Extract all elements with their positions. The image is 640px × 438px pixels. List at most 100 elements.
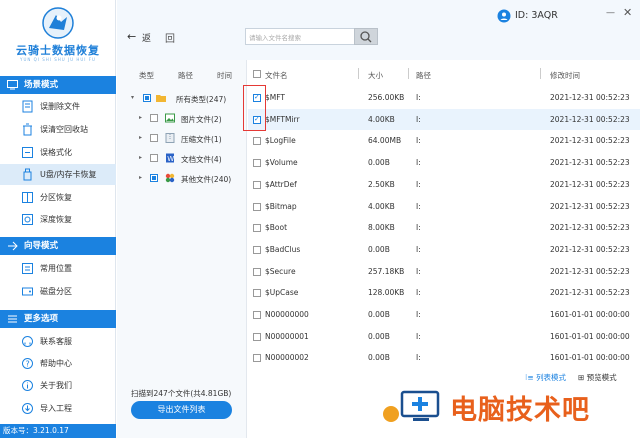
format-icon — [22, 147, 33, 158]
expand-icon[interactable]: ▸ — [139, 134, 142, 141]
column-header-path[interactable]: 路径 — [416, 70, 431, 81]
column-header-name[interactable]: 文件名 — [265, 70, 288, 81]
sidebar-item-about-us[interactable]: 关于我们 — [0, 375, 116, 396]
select-all-checkbox[interactable] — [253, 70, 261, 78]
row-checkbox[interactable] — [253, 159, 261, 168]
section-wizard-mode[interactable]: 向导模式 — [0, 237, 116, 255]
row-checkbox[interactable] — [253, 202, 261, 211]
file-name-cell: $AttrDef — [265, 179, 297, 189]
tree-item-all-types[interactable]: ▾ 所有类型(247) — [117, 89, 247, 109]
sidebar-item-disk-partition[interactable]: 磁盘分区 — [0, 281, 116, 302]
expand-icon[interactable]: ▾ — [131, 94, 134, 101]
file-modified-cell: 2021-12-31 00:52:23 — [550, 179, 630, 189]
sidebar-item-contact-support[interactable]: 联系客服 — [0, 331, 116, 352]
sidebar-item-partition-recovery[interactable]: 分区恢复 — [0, 187, 116, 208]
row-checkbox[interactable] — [253, 267, 261, 276]
search-input[interactable]: 请输入文件名搜索 — [245, 28, 355, 45]
row-checkbox[interactable] — [253, 245, 261, 254]
svg-text:?: ? — [26, 360, 30, 369]
tab-path[interactable]: 路径 — [178, 70, 193, 81]
file-path-cell: I: — [416, 223, 421, 233]
minimize-button[interactable]: — — [606, 8, 615, 18]
recover-button[interactable] — [383, 406, 399, 422]
sidebar-item-help-center[interactable]: ? 帮助中心 — [0, 353, 116, 374]
tree-item-archives[interactable]: ▸ 压缩文件(1) — [117, 129, 247, 149]
sidebar-item-format[interactable]: 误格式化 — [0, 142, 116, 163]
row-checkbox[interactable] — [253, 137, 261, 146]
wizard-icon — [8, 241, 18, 251]
row-checkbox[interactable] — [253, 354, 261, 363]
table-row[interactable]: $LogFile 64.00MB I: 2021-12-31 00:52:23 — [248, 130, 640, 152]
row-checkbox[interactable] — [253, 289, 261, 298]
row-checkbox[interactable] — [253, 311, 261, 319]
export-file-list-button[interactable]: 导出文件列表 — [131, 401, 232, 419]
sidebar-item-label: 分区恢复 — [40, 193, 72, 202]
column-divider[interactable] — [358, 68, 359, 79]
tree-checkbox[interactable] — [150, 174, 158, 182]
table-row[interactable]: $AttrDef 2.50KB I: 2021-12-31 00:52:23 — [248, 174, 640, 196]
tab-type[interactable]: 类型 — [139, 70, 154, 81]
expand-icon[interactable]: ▸ — [139, 114, 142, 121]
refresh-button[interactable]: 回 — [165, 30, 175, 45]
sidebar-item-usb-recovery[interactable]: U盘/内存卡恢复 — [0, 164, 116, 185]
table-row[interactable]: $Secure 257.18KB I: 2021-12-31 00:52:23 — [248, 261, 640, 283]
top-bar: ← 返 回 请输入文件名搜索 ID: 3AQR — ✕ — [117, 0, 640, 60]
location-icon — [22, 263, 33, 274]
table-row[interactable]: $Boot 8.00KB I: 2021-12-31 00:52:23 — [248, 217, 640, 239]
file-modified-cell: 2021-12-31 00:52:23 — [550, 114, 630, 124]
tree-item-documents[interactable]: ▸ W 文档文件(4) — [117, 149, 247, 169]
file-modified-cell: 2021-12-31 00:52:23 — [550, 93, 630, 102]
table-row[interactable]: $MFT 256.00KB I: 2021-12-31 00:52:23 — [248, 87, 640, 109]
column-divider[interactable] — [540, 68, 541, 79]
sidebar: 云骑士数据恢复 YUN QI SHI SHU JU HUI FU 场景模式 误删… — [0, 0, 116, 438]
section-more-options[interactable]: 更多选项 — [0, 310, 116, 328]
column-header-size[interactable]: 大小 — [368, 70, 383, 81]
expand-icon[interactable]: ▸ — [139, 174, 142, 181]
tree-item-images[interactable]: ▸ 图片文件(2) — [117, 109, 247, 129]
table-row[interactable]: $UpCase 128.00KB I: 2021-12-31 00:52:23 — [248, 282, 640, 304]
table-row[interactable]: $MFTMirr 4.00KB I: 2021-12-31 00:52:23 — [248, 108, 640, 131]
tree-item-label: 图片文件(2) — [181, 115, 222, 124]
row-checkbox[interactable] — [253, 224, 261, 233]
file-path-cell: I: — [416, 114, 421, 124]
table-row[interactable]: $Bitmap 4.00KB I: 2021-12-31 00:52:23 — [248, 196, 640, 218]
user-id-icon — [497, 9, 511, 23]
tree-item-other-files[interactable]: ▸ 其他文件(240) — [117, 169, 247, 189]
tree-checkbox[interactable] — [150, 154, 158, 162]
column-header-modified[interactable]: 修改时间 — [550, 70, 580, 81]
sidebar-item-import-project[interactable]: 导入工程 — [0, 398, 116, 419]
table-row[interactable]: N00000001 0.00B I: 1601-01-01 00:00:00 — [248, 326, 640, 348]
file-modified-cell: 2021-12-31 00:52:23 — [550, 244, 630, 254]
sidebar-item-common-locations[interactable]: 常用位置 — [0, 258, 116, 279]
section-scene-mode[interactable]: 场景模式 — [0, 76, 116, 94]
expand-icon[interactable]: ▸ — [139, 154, 142, 161]
sidebar-item-label: 关于我们 — [40, 381, 72, 390]
row-checkbox[interactable] — [253, 332, 261, 341]
tree-checkbox[interactable] — [150, 134, 158, 142]
row-checkbox[interactable] — [253, 180, 261, 189]
close-button[interactable]: ✕ — [623, 6, 632, 19]
sidebar-item-deleted-files[interactable]: 误删除文件 — [0, 96, 116, 117]
sidebar-item-recycle-bin[interactable]: 误清空回收站 — [0, 119, 116, 140]
preview-mode-button[interactable]: ⊞ 预览模式 — [578, 372, 617, 383]
tab-time[interactable]: 时间 — [217, 70, 232, 81]
table-row[interactable]: $Volume 0.00B I: 2021-12-31 00:52:23 — [248, 152, 640, 174]
table-row[interactable]: $BadClus 0.00B I: 2021-12-31 00:52:23 — [248, 239, 640, 261]
back-arrow-icon[interactable]: ← — [127, 30, 136, 43]
search-button[interactable] — [354, 28, 378, 45]
tree-checkbox[interactable] — [150, 114, 158, 122]
sidebar-item-label: 联系客服 — [40, 337, 72, 346]
back-button[interactable]: 返 — [142, 31, 151, 44]
table-row[interactable]: N00000000 0.00B I: 1601-01-01 00:00:00 — [248, 304, 640, 326]
tree-checkbox[interactable] — [143, 94, 151, 102]
menu-icon — [8, 315, 17, 323]
search-icon — [360, 31, 372, 43]
column-divider[interactable] — [408, 68, 409, 79]
file-size-cell: 256.00KB — [368, 93, 405, 102]
list-mode-button[interactable]: ⁝≡ 列表模式 — [525, 372, 566, 383]
file-path-cell: I: — [416, 310, 421, 319]
highlight-box — [243, 85, 266, 131]
sidebar-item-deep-recovery[interactable]: 深度恢复 — [0, 209, 116, 230]
table-row[interactable]: N00000002 0.00B I: 1601-01-01 00:00:00 — [248, 347, 640, 369]
file-size-cell: 8.00KB — [368, 223, 395, 233]
